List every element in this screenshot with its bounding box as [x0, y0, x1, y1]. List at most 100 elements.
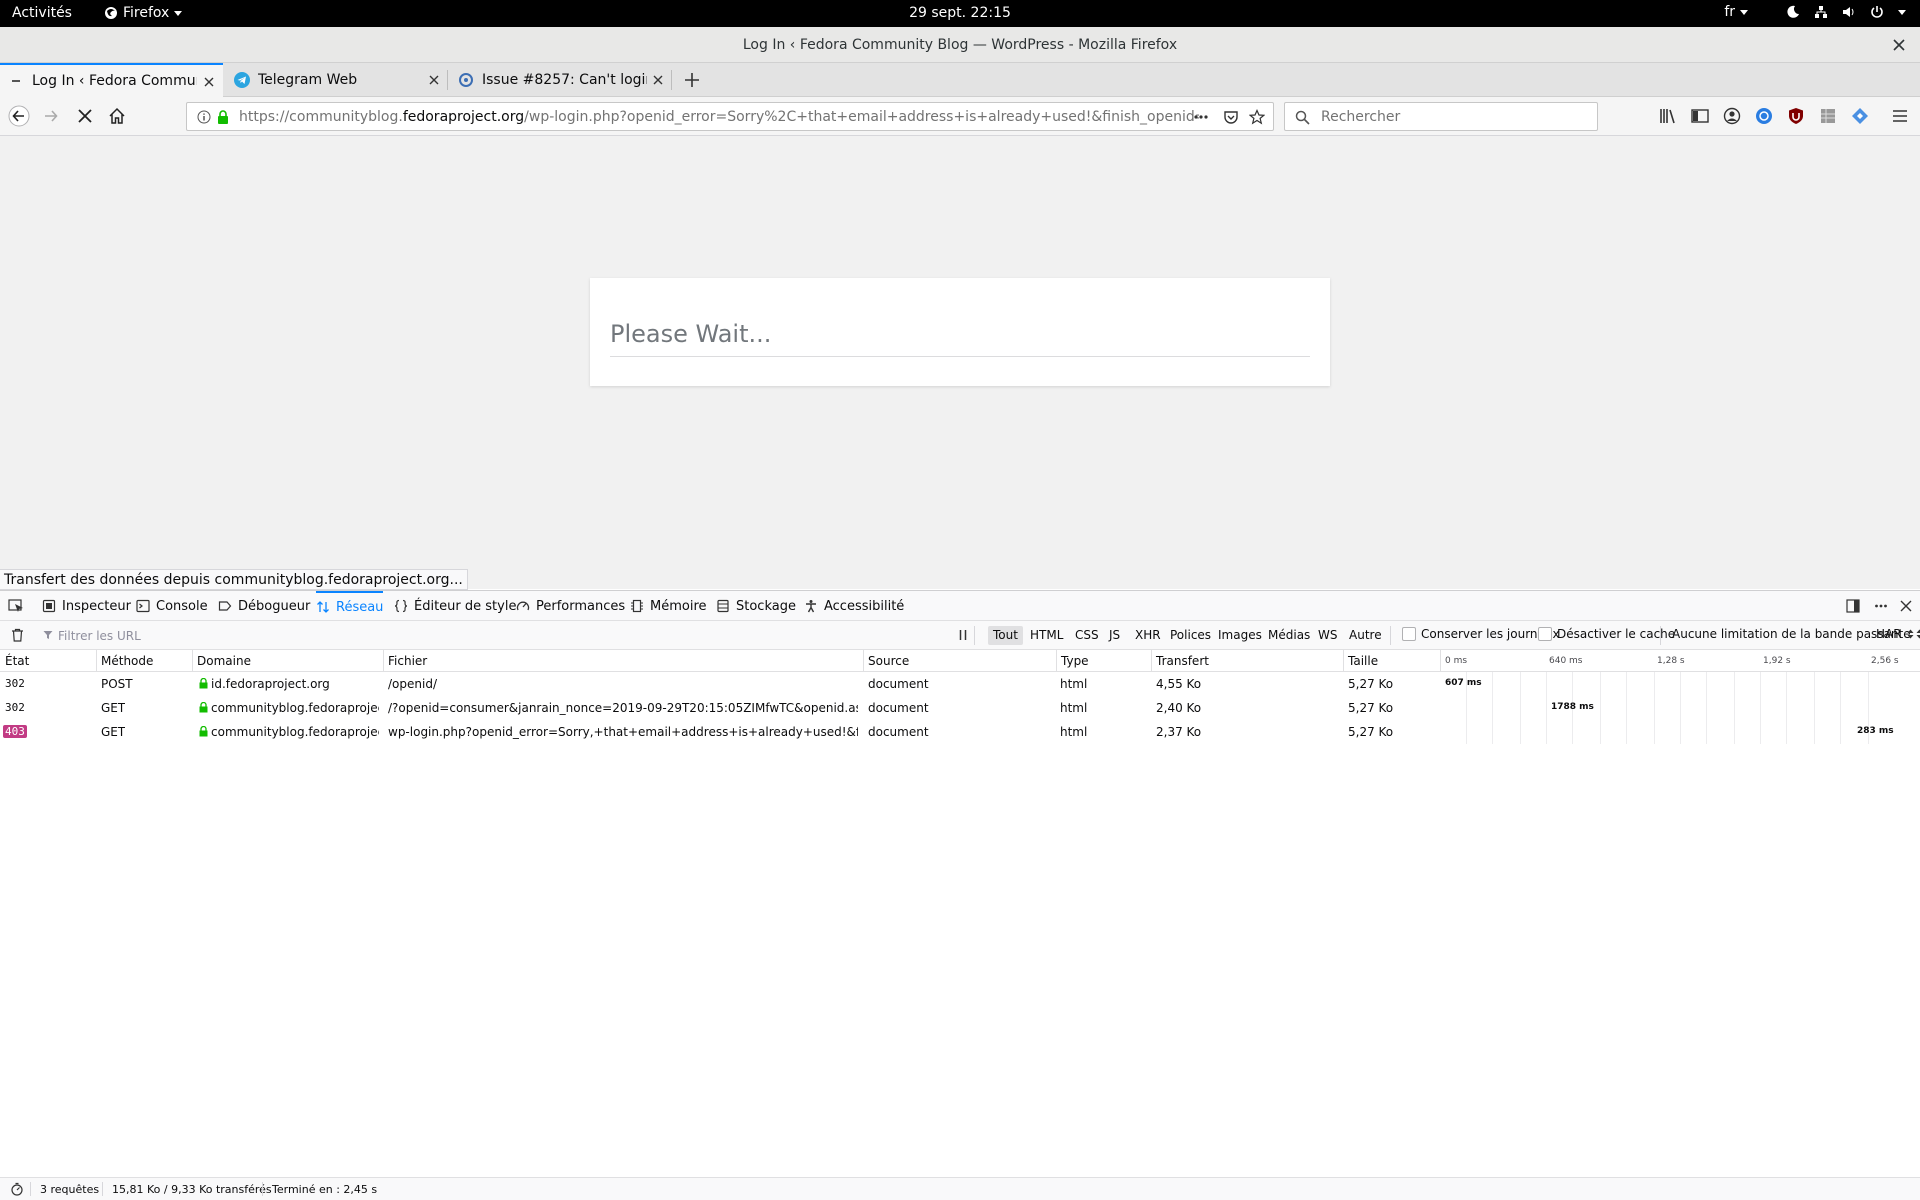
devtools-tab-style-editor[interactable]: Éditeur de style: [394, 591, 516, 621]
column-separator[interactable]: [1151, 650, 1152, 672]
bookmark-star-icon[interactable]: [1249, 109, 1265, 125]
divider: [610, 356, 1310, 357]
filter-css-button[interactable]: CSS: [1070, 626, 1104, 645]
request-timing: 283 ms: [1857, 726, 1894, 736]
forward-button[interactable]: [40, 105, 62, 127]
more-options-icon[interactable]: [1874, 599, 1888, 613]
tab-telegram[interactable]: Telegram Web: [224, 63, 448, 97]
filter-all-button[interactable]: Tout: [988, 626, 1023, 645]
url-filter-input[interactable]: Filtrer les URL: [34, 624, 934, 646]
extension-diamond-icon[interactable]: [1850, 106, 1870, 126]
column-separator[interactable]: [383, 650, 384, 672]
home-button[interactable]: [106, 105, 128, 127]
toolbar-separator: [1660, 626, 1661, 645]
column-separator[interactable]: [863, 650, 864, 672]
lock-icon: [199, 726, 208, 737]
dock-side-icon[interactable]: [1846, 599, 1860, 613]
filter-xhr-button[interactable]: XHR: [1130, 626, 1166, 645]
devtools-tab-performance[interactable]: Performances: [516, 591, 625, 621]
devtools-tab-label: Mémoire: [650, 598, 707, 614]
inspector-icon: [42, 599, 56, 613]
filter-images-button[interactable]: Images: [1213, 626, 1267, 645]
url-bar[interactable]: https://communityblog.fedoraproject.org/…: [186, 102, 1274, 131]
column-domain[interactable]: Domaine: [197, 654, 251, 672]
lock-icon[interactable]: [217, 110, 229, 124]
app-menu[interactable]: Firefox: [104, 5, 183, 21]
info-icon[interactable]: [197, 110, 211, 124]
column-separator[interactable]: [1056, 650, 1057, 672]
language-indicator[interactable]: fr: [1724, 4, 1748, 20]
close-tab-icon[interactable]: [203, 76, 215, 88]
column-file[interactable]: Fichier: [388, 654, 427, 672]
window-close-icon[interactable]: [1890, 36, 1908, 54]
extension-globe-icon[interactable]: [1754, 106, 1774, 126]
column-size[interactable]: Taille: [1348, 654, 1378, 672]
filter-other-button[interactable]: Autre: [1344, 626, 1387, 645]
performance-analysis-icon[interactable]: [10, 1182, 24, 1196]
sidebar-icon[interactable]: [1690, 106, 1710, 126]
column-status[interactable]: État: [5, 654, 29, 672]
column-separator[interactable]: [1343, 650, 1344, 672]
chevron-down-icon: [1740, 9, 1748, 15]
request-row[interactable]: 403 GET communityblog.fedoraproject.org …: [0, 720, 1920, 744]
filter-fonts-button[interactable]: Polices: [1165, 626, 1216, 645]
clock[interactable]: 29 sept. 22:15: [909, 5, 1011, 21]
account-icon[interactable]: [1722, 106, 1742, 126]
activities-button[interactable]: Activités: [12, 5, 72, 21]
hamburger-menu-icon[interactable]: [1890, 106, 1910, 126]
filter-html-button[interactable]: HTML: [1025, 626, 1068, 645]
devtools-tab-inspector[interactable]: Inspecteur: [42, 591, 131, 621]
filter-js-button[interactable]: JS: [1104, 626, 1125, 645]
devtools-tab-network[interactable]: Réseau: [316, 591, 384, 621]
element-picker-icon[interactable]: [8, 599, 24, 613]
status-error-badge: 403: [3, 725, 27, 738]
devtools-tab-accessibility[interactable]: Accessibilité: [804, 591, 904, 621]
devtools-tab-debugger[interactable]: Débogueur: [218, 591, 310, 621]
system-tray[interactable]: fr: [1724, 4, 1906, 20]
request-source: document: [868, 677, 929, 691]
persist-logs-checkbox[interactable]: Conserver les journaux: [1402, 627, 1560, 641]
language-label: fr: [1724, 4, 1735, 20]
request-row[interactable]: 302 GET communityblog.fedoraproject.org …: [0, 696, 1920, 720]
back-button[interactable]: [8, 105, 30, 127]
disable-cache-checkbox[interactable]: Désactiver le cache: [1538, 627, 1675, 641]
filter-icon: [43, 631, 53, 639]
page-actions-icon[interactable]: [1193, 111, 1209, 123]
close-tab-icon[interactable]: [652, 74, 664, 86]
column-type[interactable]: Type: [1061, 654, 1089, 672]
url-text[interactable]: https://communityblog.fedoraproject.org/…: [239, 109, 1199, 125]
pause-icon[interactable]: [958, 629, 968, 641]
close-tab-icon[interactable]: [428, 74, 440, 86]
request-row[interactable]: 302 POST id.fedoraproject.org /openid/ d…: [0, 672, 1920, 696]
ublock-icon[interactable]: [1786, 106, 1806, 126]
close-devtools-icon[interactable]: [1899, 599, 1913, 613]
request-source: document: [868, 701, 929, 715]
har-menu[interactable]: HAR: [1876, 627, 1914, 641]
extension-grid-icon[interactable]: [1818, 106, 1838, 126]
new-tab-icon[interactable]: [682, 70, 702, 90]
tab-issue[interactable]: Issue #8257: Can't login to Fedora Commu…: [448, 63, 672, 97]
filter-media-button[interactable]: Médias: [1263, 626, 1315, 645]
tab-login[interactable]: Log In ‹ Fedora Community Blog: [0, 63, 223, 97]
devtools-tab-storage[interactable]: Stockage: [716, 591, 796, 621]
column-separator[interactable]: [1440, 650, 1441, 672]
transferred-summary: 15,81 Ko / 9,33 Ko transférés: [112, 1183, 272, 1196]
column-method[interactable]: Méthode: [101, 654, 153, 672]
checkbox-box: [1538, 627, 1552, 641]
stop-button[interactable]: [74, 105, 96, 127]
pocket-icon[interactable]: [1223, 109, 1239, 125]
trash-icon[interactable]: [11, 628, 24, 642]
devtools-tab-memory[interactable]: Mémoire: [630, 591, 707, 621]
tab-strip: Log In ‹ Fedora Community Blog Telegram …: [0, 63, 1920, 97]
library-icon[interactable]: [1658, 106, 1678, 126]
column-source[interactable]: Source: [868, 654, 909, 672]
tab-label: Log In ‹ Fedora Community Blog: [32, 73, 197, 89]
devtools-tab-console[interactable]: Console: [136, 591, 208, 621]
column-separator[interactable]: [96, 650, 97, 672]
column-transfer[interactable]: Transfert: [1156, 654, 1209, 672]
request-domain: id.fedoraproject.org: [199, 677, 379, 691]
column-separator[interactable]: [192, 650, 193, 672]
search-bar[interactable]: Rechercher: [1284, 102, 1598, 131]
filter-ws-button[interactable]: WS: [1313, 626, 1342, 645]
timeline-tick: 2,56 s: [1871, 656, 1899, 666]
